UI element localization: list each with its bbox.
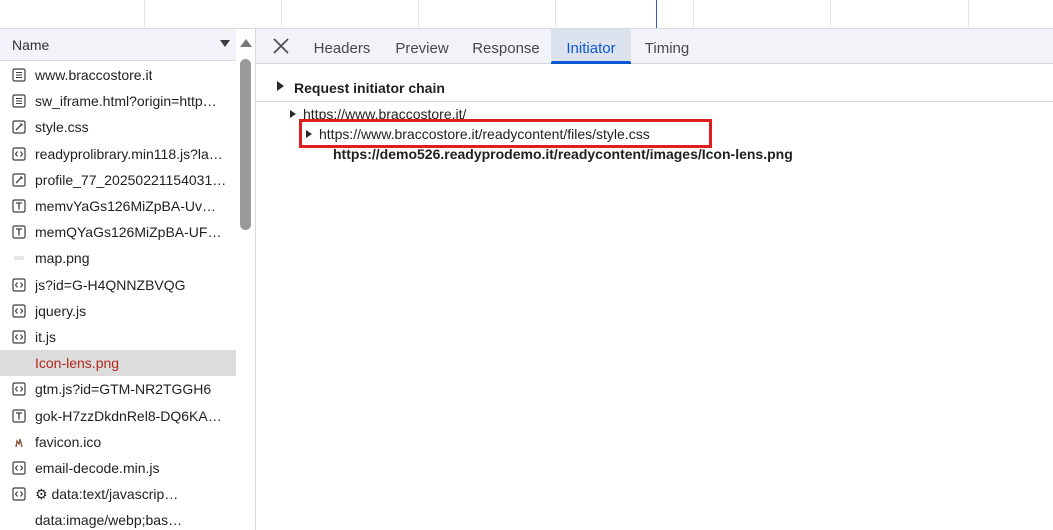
- request-name: it.js: [35, 328, 56, 345]
- document-icon: [12, 94, 26, 108]
- scrollbar-thumb[interactable]: [240, 59, 251, 230]
- timeline-gridline: [693, 0, 694, 29]
- image-icon: [12, 251, 26, 265]
- request-row[interactable]: www.braccostore.it: [0, 62, 236, 88]
- tab-preview[interactable]: Preview: [384, 29, 460, 64]
- timeline-gridline: [555, 0, 556, 29]
- network-timeline-overview[interactable]: [0, 0, 1053, 29]
- tab-response[interactable]: Response: [463, 29, 549, 64]
- script-icon: [12, 461, 26, 475]
- request-name: data:image/webp;bas…: [35, 512, 183, 529]
- request-name: map.png: [35, 250, 90, 267]
- request-name: sw_iframe.html?origin=http…: [35, 93, 217, 110]
- request-detail-panel: Headers Preview Response Initiator Timin…: [256, 29, 1053, 530]
- sort-descending-icon[interactable]: [220, 40, 230, 47]
- request-row[interactable]: jquery.js: [0, 298, 236, 324]
- favicon-icon: [12, 435, 26, 449]
- request-name: memvYaGs126MiZpBA-Uv…: [35, 198, 217, 215]
- section-title: Request initiator chain: [294, 80, 445, 96]
- request-row[interactable]: gtm.js?id=GTM-NR2TGGH6: [0, 376, 236, 402]
- font-icon: [12, 225, 26, 239]
- request-initiator-chain-section[interactable]: Request initiator chain: [256, 75, 1053, 102]
- request-name: readyprolibrary.min118.js?la…: [35, 145, 223, 162]
- request-name: jquery.js: [35, 302, 87, 319]
- request-name: www.braccostore.it: [35, 67, 153, 84]
- detail-tab-bar: Headers Preview Response Initiator Timin…: [256, 29, 1053, 64]
- initiator-url: https://www.braccostore.it/: [303, 106, 467, 120]
- request-row[interactable]: js?id=G-H4QNNZBVQG: [0, 272, 236, 298]
- request-list: Name www.braccostore.it sw_iframe.html?or…: [0, 29, 256, 530]
- request-row[interactable]: it.js: [0, 324, 236, 350]
- initiator-chain-current-request: https://demo526.readyprodemo.it/readycon…: [333, 146, 793, 162]
- request-row[interactable]: ⚙ data:text/javascrip…: [0, 481, 236, 507]
- scroll-up-arrow-icon[interactable]: [240, 39, 252, 47]
- initiator-chain-item[interactable]: https://www.braccostore.it/: [290, 106, 466, 120]
- initiator-url: https://www.braccostore.it/readycontent/…: [319, 126, 650, 142]
- request-row[interactable]: memQYaGs126MiZpBA-UF…: [0, 219, 236, 245]
- timeline-gridline: [968, 0, 969, 29]
- script-icon: [12, 304, 26, 318]
- request-name: style.css: [35, 119, 89, 136]
- request-row[interactable]: Icon-lens.png: [0, 350, 236, 377]
- request-name: profile_77_20250221154031…: [35, 171, 227, 188]
- request-name: gtm.js?id=GTM-NR2TGGH6: [35, 381, 212, 398]
- name-column-label: Name: [12, 36, 50, 53]
- request-row[interactable]: map.png: [0, 245, 236, 271]
- close-icon[interactable]: [272, 37, 290, 55]
- request-row[interactable]: readyprolibrary.min118.js?la…: [0, 141, 236, 167]
- request-row[interactable]: profile_77_20250221154031…: [0, 167, 236, 193]
- request-name: ⚙ data:text/javascrip…: [35, 485, 179, 502]
- initiator-chain-item[interactable]: https://www.braccostore.it/readycontent/…: [306, 126, 650, 142]
- stylesheet-icon: [12, 173, 26, 187]
- script-icon: [12, 147, 26, 161]
- tab-initiator[interactable]: Initiator: [551, 29, 631, 64]
- expand-triangle-icon[interactable]: [277, 81, 284, 91]
- tab-headers[interactable]: Headers: [302, 29, 382, 64]
- timeline-gridline: [144, 0, 145, 29]
- request-row[interactable]: sw_iframe.html?origin=http…: [0, 88, 236, 114]
- stylesheet-icon: [12, 120, 26, 135]
- tab-timing[interactable]: Timing: [634, 29, 700, 64]
- request-name: email-decode.min.js: [35, 459, 160, 476]
- timeline-gridline: [830, 0, 831, 29]
- timeline-marker: [656, 0, 657, 28]
- request-name: Icon-lens.png: [35, 355, 120, 372]
- request-row[interactable]: style.css: [0, 114, 236, 140]
- script-icon: [12, 277, 26, 292]
- font-icon: [12, 408, 26, 423]
- request-row[interactable]: email-decode.min.js: [0, 455, 236, 481]
- request-row[interactable]: favicon.ico: [0, 429, 236, 455]
- font-icon: [12, 199, 26, 213]
- script-icon: [12, 330, 26, 344]
- request-list-scrollbar[interactable]: [236, 29, 255, 530]
- expand-triangle-icon[interactable]: [306, 130, 312, 138]
- request-name: favicon.ico: [35, 433, 102, 450]
- script-icon: [12, 382, 26, 396]
- request-rows: www.braccostore.it sw_iframe.html?origin=…: [0, 62, 236, 530]
- timeline-gridline: [418, 0, 419, 29]
- document-icon: [12, 68, 26, 82]
- request-name: gok-H7zzDkdnRel8-DQ6KA…: [35, 407, 222, 424]
- script-icon: [12, 487, 26, 501]
- request-row[interactable]: memvYaGs126MiZpBA-Uv…: [0, 193, 236, 219]
- request-name: memQYaGs126MiZpBA-UF…: [35, 224, 222, 241]
- request-row[interactable]: data:image/webp;bas…: [0, 507, 236, 530]
- request-name: js?id=G-H4QNNZBVQG: [35, 276, 186, 293]
- timeline-gridline: [281, 0, 282, 29]
- expand-triangle-icon[interactable]: [290, 110, 296, 118]
- name-column-header[interactable]: Name: [0, 29, 236, 61]
- request-row[interactable]: gok-H7zzDkdnRel8-DQ6KA…: [0, 402, 236, 428]
